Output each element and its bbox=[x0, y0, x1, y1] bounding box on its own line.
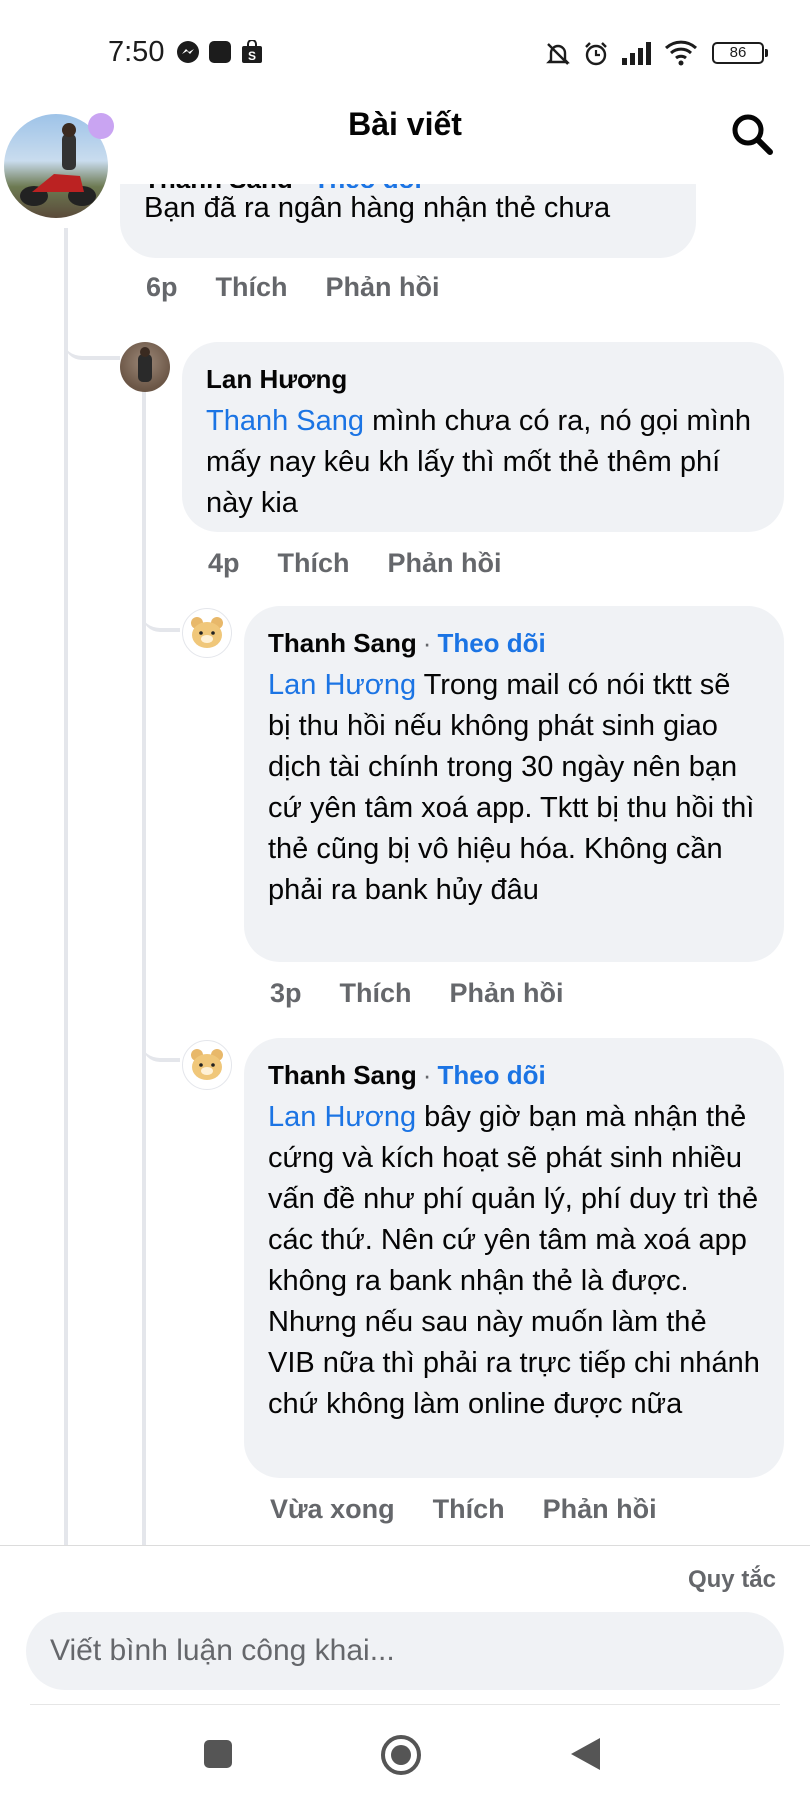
like-button[interactable]: Thích bbox=[278, 548, 350, 578]
signal-icon bbox=[622, 42, 651, 65]
comment-bubble[interactable]: Thanh Sang · Theo dõi Lan Hương bây giờ bạ… bbox=[244, 1038, 784, 1478]
reply-button[interactable]: Phản hồi bbox=[326, 272, 440, 302]
reply-button[interactable]: Phản hồi bbox=[450, 978, 564, 1008]
svg-text:S: S bbox=[248, 49, 256, 63]
comment-actions: 4p Thích Phản hồi bbox=[208, 548, 540, 579]
app-icon bbox=[209, 41, 231, 63]
comment-time: Vừa xong bbox=[270, 1494, 395, 1524]
reply-button[interactable]: Phản hồi bbox=[543, 1494, 657, 1524]
comment-author-line: Thanh Sang·Theo dõi bbox=[268, 1060, 760, 1091]
messenger-icon bbox=[177, 41, 199, 63]
square-icon[interactable] bbox=[202, 1738, 234, 1770]
comment-text: Lan Hương bây giờ bạn mà nhận thẻ cứng v… bbox=[268, 1097, 760, 1425]
comment-author[interactable]: Thanh Sang bbox=[268, 1060, 417, 1090]
mention-link[interactable]: Thanh Sang bbox=[206, 405, 364, 437]
follow-button[interactable]: Theo dõi bbox=[437, 1060, 545, 1090]
bear-sticker-icon bbox=[191, 617, 223, 648]
follow-button[interactable]: Theo dõi bbox=[437, 628, 545, 658]
bear-sticker-icon bbox=[191, 1049, 223, 1080]
avatar[interactable] bbox=[182, 1040, 232, 1090]
like-button[interactable]: Thích bbox=[216, 272, 288, 302]
status-time: 7:50 bbox=[108, 36, 165, 68]
comment-bubble[interactable]: Thanh Sang · Theo dõi Lan Hương Trong mail… bbox=[244, 606, 784, 962]
circle-icon[interactable] bbox=[380, 1734, 422, 1776]
triangle-back-icon[interactable] bbox=[568, 1736, 602, 1772]
avatar[interactable] bbox=[182, 608, 232, 658]
comment-text: Thanh Sang mình chưa có ra, nó gọi mình … bbox=[206, 401, 760, 524]
notification-dot bbox=[88, 113, 114, 139]
like-button[interactable]: Thích bbox=[340, 978, 412, 1008]
comment-author[interactable]: Thanh Sang bbox=[268, 628, 417, 658]
thread-curve-reply-3 bbox=[142, 1030, 180, 1062]
comment-bubble[interactable]: Lan Hương Thanh Sang mình chưa có ra, nó… bbox=[182, 342, 784, 532]
separator: · bbox=[422, 1060, 432, 1090]
divider bbox=[0, 1545, 810, 1546]
mention-link[interactable]: Lan Hương bbox=[268, 669, 416, 701]
comment-input[interactable]: Viết bình luận công khai... bbox=[26, 1612, 784, 1690]
status-bar: 7:50 S 86 bbox=[0, 0, 810, 104]
rules-link[interactable]: Quy tắc bbox=[688, 1566, 776, 1594]
person-photo-icon bbox=[138, 347, 152, 382]
thread-curve-reply-2 bbox=[142, 600, 180, 632]
comment-actions: Vừa xong Thích Phản hồi bbox=[270, 1494, 695, 1525]
mute-icon bbox=[546, 43, 570, 65]
comment-actions: 3p Thích Phản hồi bbox=[270, 978, 602, 1009]
comment-body: bây giờ bạn mà nhận thẻ cứng và kích hoạ… bbox=[268, 1101, 760, 1420]
comment-text: Lan Hương Trong mail có nói tktt sẽ bị t… bbox=[268, 665, 760, 911]
search-icon[interactable] bbox=[728, 110, 776, 158]
like-button[interactable]: Thích bbox=[433, 1494, 505, 1524]
shopping-icon: S bbox=[242, 40, 262, 63]
reply-button[interactable]: Phản hồi bbox=[388, 548, 502, 578]
comment-time: 4p bbox=[208, 548, 240, 578]
alarm-icon bbox=[585, 42, 607, 66]
comment-author-line: Thanh Sang·Theo dõi bbox=[268, 628, 760, 659]
comment-text: Bạn đã ra ngân hàng nhận thẻ chưa bbox=[144, 192, 611, 224]
battery-icon: 86 bbox=[712, 42, 768, 64]
comment-actions: 6p Thích Phản hồi bbox=[146, 272, 478, 303]
system-nav-bar bbox=[0, 1710, 810, 1800]
comment-time: 6p bbox=[146, 272, 178, 302]
comment-time: 3p bbox=[270, 978, 302, 1008]
mention-link[interactable]: Lan Hương bbox=[268, 1101, 416, 1133]
thread-curve-reply-1 bbox=[64, 330, 120, 360]
comment-body: Trong mail có nói tktt sẽ bị thu hồi nếu… bbox=[268, 669, 755, 906]
page-title-overlay: Bài viết bbox=[348, 106, 462, 142]
separator: · bbox=[422, 628, 432, 658]
avatar[interactable] bbox=[120, 342, 170, 392]
thread-line-main bbox=[64, 228, 68, 1545]
wifi-icon bbox=[664, 40, 698, 66]
comment-author[interactable]: Lan Hương bbox=[206, 364, 760, 395]
divider bbox=[30, 1704, 780, 1705]
thread-line-sub bbox=[142, 390, 146, 1545]
